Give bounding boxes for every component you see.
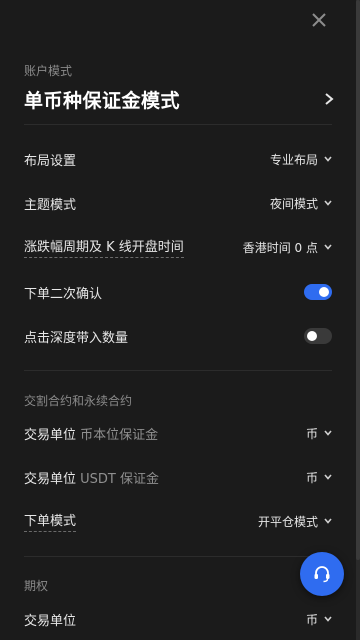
- kline-period-row: 涨跌幅周期及 K 线开盘时间 香港时间 0 点: [24, 233, 332, 261]
- coin-margin-sub-label: 币本位保证金: [80, 427, 159, 443]
- chevron-down-icon: [324, 430, 332, 436]
- kline-period-select[interactable]: 香港时间 0 点: [243, 239, 332, 256]
- futures-section-title: 交割合约和永续合约: [24, 394, 133, 408]
- chevron-down-icon: [324, 518, 332, 524]
- account-mode-label: 账户模式: [24, 64, 73, 78]
- chevron-down-icon: [324, 616, 332, 622]
- close-icon[interactable]: [308, 10, 330, 32]
- usdt-margin-unit-label: 交易单位 USDT 保证金: [24, 468, 159, 487]
- order-confirm-row: 下单二次确认: [24, 278, 332, 306]
- toggle-knob: [319, 287, 329, 297]
- usdt-margin-unit-row: 交易单位 USDT 保证金 币: [24, 463, 332, 491]
- kline-period-value: 香港时间 0 点: [242, 240, 318, 255]
- order-mode-select[interactable]: 开平仓模式: [258, 513, 332, 530]
- layout-setting-select[interactable]: 专业布局: [270, 151, 332, 168]
- order-mode-row: 下单模式 开平仓模式: [24, 507, 332, 535]
- toggle-knob: [307, 331, 317, 341]
- trade-unit-label: 交易单位: [24, 427, 77, 443]
- settings-panel: 账户模式 单币种保证金模式 布局设置 专业布局 主题模式 夜间模式 涨跌幅周期及…: [0, 0, 356, 640]
- divider: [24, 370, 332, 371]
- usdt-margin-unit-value: 币: [305, 470, 318, 485]
- order-confirm-toggle[interactable]: [304, 284, 332, 300]
- layout-setting-label: 布局设置: [24, 153, 77, 169]
- chevron-down-icon: [324, 474, 332, 480]
- chevron-down-icon: [324, 244, 332, 250]
- usdt-margin-sub-label: USDT 保证金: [80, 471, 160, 487]
- options-unit-row: 交易单位 币: [24, 605, 332, 633]
- options-unit-select[interactable]: 币: [306, 611, 332, 628]
- depth-quantity-label: 点击深度带入数量: [24, 330, 129, 346]
- account-mode-row[interactable]: 单币种保证金模式: [24, 84, 334, 114]
- usdt-margin-unit-select[interactable]: 币: [306, 469, 332, 486]
- order-confirm-label: 下单二次确认: [24, 286, 103, 302]
- close-icon-glyph: [312, 13, 326, 27]
- kline-period-label[interactable]: 涨跌幅周期及 K 线开盘时间: [24, 236, 184, 258]
- depth-quantity-row: 点击深度带入数量: [24, 322, 332, 350]
- trade-unit-label: 交易单位: [24, 471, 77, 487]
- coin-margin-unit-row: 交易单位 币本位保证金 币: [24, 419, 332, 447]
- headset-icon: [314, 566, 330, 583]
- customer-support-button[interactable]: [300, 552, 344, 596]
- scrollbar-thumb[interactable]: [356, 0, 360, 560]
- coin-margin-unit-value: 币: [305, 426, 318, 441]
- chevron-down-icon: [324, 200, 332, 206]
- order-mode-value: 开平仓模式: [257, 514, 318, 529]
- options-unit-label: 交易单位: [24, 613, 77, 629]
- theme-mode-value: 夜间模式: [269, 196, 318, 211]
- account-mode-value: 单币种保证金模式: [24, 89, 181, 112]
- layout-setting-value: 专业布局: [269, 152, 318, 167]
- layout-setting-row: 布局设置 专业布局: [24, 145, 332, 173]
- divider: [24, 556, 332, 557]
- theme-mode-label: 主题模式: [24, 197, 77, 213]
- divider: [24, 124, 332, 125]
- depth-quantity-toggle[interactable]: [304, 328, 332, 344]
- coin-margin-unit-select[interactable]: 币: [306, 425, 332, 442]
- chevron-down-icon: [324, 156, 332, 162]
- options-unit-value: 币: [305, 612, 318, 627]
- theme-mode-row: 主题模式 夜间模式: [24, 189, 332, 217]
- coin-margin-unit-label: 交易单位 币本位保证金: [24, 424, 158, 443]
- order-mode-label[interactable]: 下单模式: [24, 510, 77, 532]
- chevron-right-icon: [325, 93, 334, 105]
- options-section-title: 期权: [24, 579, 49, 593]
- scrollbar-track[interactable]: [356, 0, 360, 640]
- theme-mode-select[interactable]: 夜间模式: [270, 195, 332, 212]
